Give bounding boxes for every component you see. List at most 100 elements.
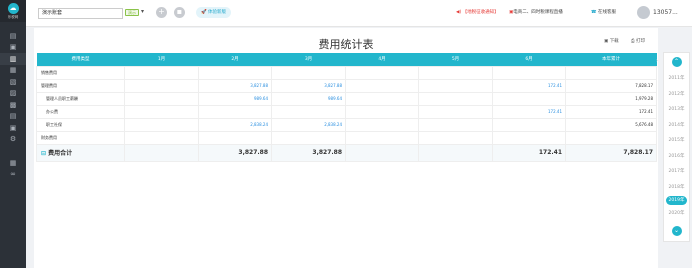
wallet-icon[interactable]: ▧ — [0, 76, 26, 88]
document-icon[interactable]: ▦ — [0, 65, 26, 77]
amount-cell — [198, 130, 272, 145]
amount-cell — [492, 130, 566, 145]
amount-cell — [565, 65, 657, 80]
add-button[interactable]: + — [156, 7, 167, 18]
scroll-up-button[interactable]: ⌃ — [671, 57, 682, 67]
expense-type-cell: 销售费用 — [36, 65, 125, 80]
book-icon[interactable]: ▨ — [0, 88, 26, 100]
year-option[interactable]: 2016年 — [664, 149, 689, 165]
amount-cell — [418, 78, 493, 93]
year-option[interactable]: 2013年 — [664, 102, 689, 118]
amount-cell — [345, 117, 419, 132]
amount-cell — [345, 143, 419, 162]
collapse-arrow-icon[interactable]: › — [656, 58, 658, 64]
live-course-link[interactable]: ▣电商二、四时税课程直播 — [509, 9, 563, 17]
expense-type-cell: 办公费 — [36, 104, 125, 119]
amount-cell — [124, 104, 199, 119]
report-panel: 费用统计表 ▣ 下载 ⎙ 打印 费用类型 1月 2月 3月 4月 5月 6月 本… — [34, 28, 658, 268]
amount-cell — [124, 143, 199, 162]
chart-icon[interactable]: ▥ — [0, 53, 26, 65]
demo-badge: 演示 — [125, 9, 139, 16]
company-select[interactable]: 演示账套 — [38, 8, 123, 19]
report-icon[interactable]: ▣ — [0, 122, 26, 134]
amount-cell — [345, 104, 419, 119]
username[interactable]: 13057... — [653, 9, 678, 16]
year-option[interactable]: 2015年 — [664, 133, 689, 149]
amount-cell — [418, 117, 493, 132]
table-row: 办公费 172.41 172.41 — [36, 104, 657, 119]
year-option[interactable]: 2019年 — [666, 196, 687, 205]
table-row: 销售费用 — [36, 65, 657, 80]
invoice-icon[interactable]: ▣ — [0, 42, 26, 54]
edit-button[interactable]: ▪ — [174, 7, 185, 18]
amount-cell — [124, 65, 199, 80]
settings-icon[interactable]: ⚙ — [0, 134, 26, 146]
amount-cell — [345, 65, 419, 80]
expense-type-label: 管理费用 — [41, 82, 57, 88]
calculator-icon[interactable]: ▦ — [0, 157, 26, 169]
year-option[interactable]: 2012年 — [664, 87, 689, 103]
amount-cell: 1,979.28 — [565, 91, 657, 106]
expense-type-cell: 职工社保 — [36, 117, 125, 132]
top-bar: 演示账套 演示 ▾ + ▪ 🚀 体验新版 ◀) 【地税征收通知】 ▣电商二、四时… — [26, 0, 692, 27]
column-header: 2月 — [198, 53, 272, 66]
expense-type-cell: ⊟ 费用合计 — [36, 143, 125, 162]
try-new-version-button[interactable]: 🚀 体验新版 — [196, 7, 232, 18]
amount-cell: 3,827.88 — [271, 143, 346, 162]
column-header: 费用类型 — [36, 53, 125, 66]
amount-cell — [418, 130, 493, 145]
expense-type-label: 销售费用 — [41, 69, 57, 75]
link-icon[interactable]: ∞ — [0, 169, 26, 181]
amount-cell: 172.41 — [565, 104, 657, 119]
online-service-link[interactable]: ☎ 在线客服 — [591, 9, 616, 17]
expense-type-cell: 管理人员职工薪酬 — [36, 91, 125, 106]
amount-cell — [271, 130, 346, 145]
year-option[interactable]: 2014年 — [664, 118, 689, 134]
amount-cell — [492, 65, 566, 80]
amount-cell — [345, 91, 419, 106]
scroll-down-button[interactable]: ⌄ — [671, 225, 682, 236]
year-option[interactable]: 2020年 — [664, 206, 689, 222]
amount-cell: 7,828.17 — [565, 143, 657, 162]
amount-cell — [418, 65, 493, 80]
table-row: 职工社保 2,838.24 2,838.24 5,676.48 — [36, 117, 657, 132]
logo-text: 乐税网 — [7, 14, 19, 19]
column-header: 1月 — [124, 53, 199, 66]
expense-type-label: 费用合计 — [48, 150, 73, 157]
amount-cell — [271, 104, 346, 119]
printer-icon[interactable]: ▤ — [0, 111, 26, 123]
speaker-icon: ◀) — [456, 10, 463, 15]
amount-cell: 5,676.48 — [565, 117, 657, 132]
tax-notice-link[interactable]: ◀) 【地税征收通知】 — [456, 9, 499, 17]
amount-cell: 172.41 — [492, 143, 566, 162]
expense-type-label: 办公费 — [46, 108, 58, 114]
amount-cell — [418, 91, 493, 106]
amount-cell: 3,827.88 — [271, 78, 346, 93]
cart-icon[interactable]: ▩ — [0, 99, 26, 111]
avatar[interactable] — [637, 6, 650, 19]
amount-cell — [124, 117, 199, 132]
amount-cell — [418, 143, 493, 162]
download-button[interactable]: ▣ 下载 — [604, 38, 619, 44]
chevron-down-icon[interactable]: ▾ — [141, 8, 144, 15]
print-button[interactable]: ⎙ 打印 — [631, 38, 645, 44]
column-header: 4月 — [345, 53, 419, 66]
year-selector: ⌃ 2011年 2012年 2013年 2014年 2015年 2016年 2017年 201… — [663, 52, 690, 242]
table-row: 财务费用 — [36, 130, 657, 145]
year-option[interactable]: 2018年 — [664, 180, 689, 196]
column-header: 6月 — [492, 53, 566, 66]
amount-cell: 3,827.88 — [198, 78, 272, 93]
page-title: 费用统计表 — [318, 38, 374, 51]
expense-type-label: 管理人员职工薪酬 — [46, 95, 78, 101]
logo[interactable]: ☁ 乐税网 — [0, 0, 26, 22]
expense-type-cell: 管理费用 — [36, 78, 125, 93]
total-row: ⊟ 费用合计 3,827.88 3,827.88 172.41 7,828.17 — [36, 143, 657, 162]
receipt-icon[interactable]: ▤ — [0, 30, 26, 42]
year-option[interactable]: 2017年 — [664, 164, 689, 180]
logo-icon: ☁ — [7, 2, 19, 14]
expense-table: 费用类型 1月 2月 3月 4月 5月 6月 本年累计 销售费用 管理费用 3,82… — [36, 53, 657, 162]
amount-cell: 172.41 — [492, 78, 566, 93]
table-row: 管理人员职工薪酬 989.64 989.64 1,979.28 — [36, 91, 657, 106]
year-option[interactable]: 2011年 — [664, 71, 689, 87]
column-header: 本年累计 — [565, 53, 657, 66]
